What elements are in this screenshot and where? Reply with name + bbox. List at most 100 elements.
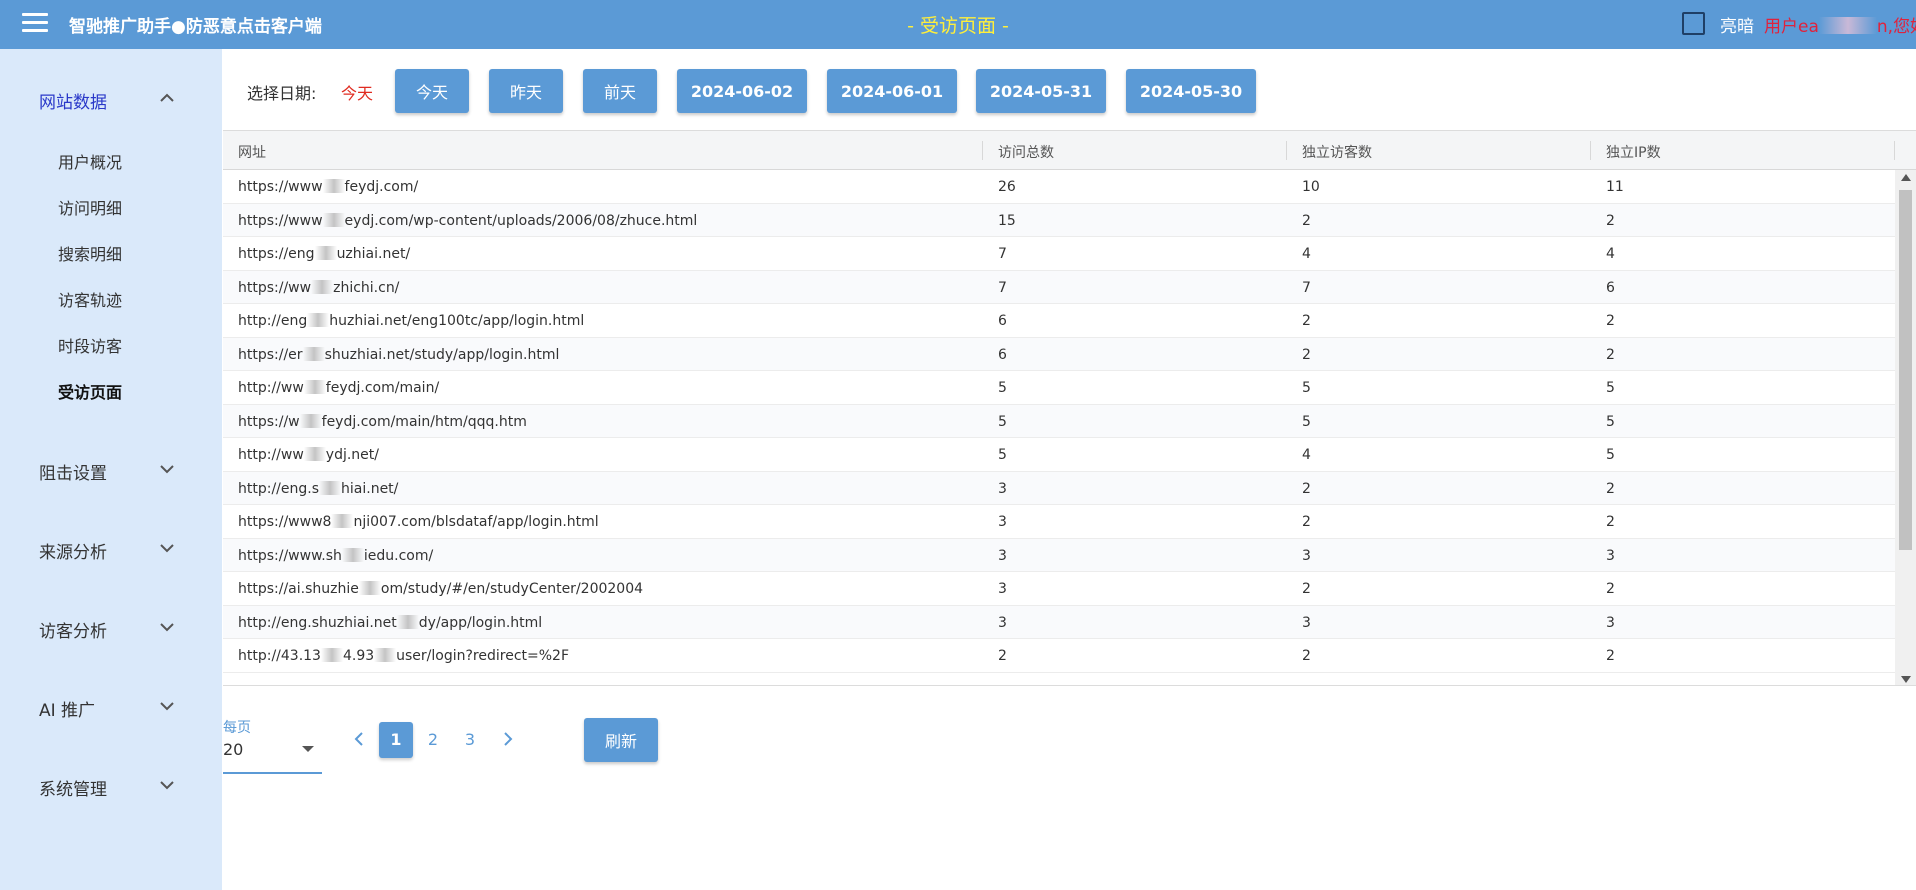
nav-group-source-analysis[interactable]: 来源分析: [0, 529, 222, 569]
date-button-2024-05-31[interactable]: 2024-05-31: [976, 69, 1106, 113]
table-row[interactable]: http://eng.shuzhiai.net dy/app/login.html…: [223, 605, 1895, 639]
scroll-down-arrow-icon[interactable]: [1901, 676, 1911, 683]
url-part: huzhiai.net/eng100tc/app/login.html: [329, 313, 585, 329]
table-row[interactable]: https://www.sh iedu.com/3 3 3: [223, 538, 1895, 572]
page-button-3[interactable]: 3: [453, 722, 487, 758]
column-header-url[interactable]: 网址: [238, 142, 266, 162]
refresh-button[interactable]: 刷新: [584, 718, 658, 762]
cell-unique-ips: 6: [1606, 279, 1615, 296]
table-row[interactable]: https://er shuzhiai.net/study/app/login.h…: [223, 337, 1895, 371]
cell-unique-visitors: 3: [1302, 547, 1311, 564]
caret-down-icon: [302, 746, 314, 752]
cell-url: https://www.sh iedu.com/: [238, 547, 434, 564]
table-row[interactable]: https://ww zhichi.cn/7 7 6: [223, 270, 1895, 304]
redacted-text: [374, 648, 397, 662]
cell-unique-visitors: 5: [1302, 380, 1311, 396]
url-part: dy/app/login.html: [418, 614, 543, 631]
table-scrollbar[interactable]: [1895, 170, 1916, 685]
table-row[interactable]: https://www8 nji007.com/blsdataf/app/logi…: [223, 505, 1895, 539]
url-part: iedu.com/: [363, 547, 434, 564]
sidebar-item-search-detail[interactable]: 搜索明细: [58, 241, 122, 265]
date-button-2024-06-02[interactable]: 2024-06-02: [677, 69, 807, 113]
redacted-text: [322, 179, 345, 193]
nav-group-label: 阻击设置: [39, 464, 107, 484]
hamburger-menu-icon[interactable]: [22, 13, 48, 35]
sidebar-item-visit-detail[interactable]: 访问明细: [58, 195, 122, 219]
column-header-unique-visitors[interactable]: 独立访客数: [1302, 142, 1372, 162]
url-part: shuzhiai.net/study/app/login.html: [324, 346, 560, 363]
url-part: https://www: [238, 179, 323, 195]
cell-total-visits: 6: [998, 313, 1007, 329]
chevron-left-icon[interactable]: [349, 729, 369, 749]
cell-unique-ips: 3: [1606, 614, 1615, 631]
cell-total-visits: 3: [998, 547, 1007, 564]
table-row[interactable]: https://w feydj.com/main/htm/qqq.htm 5 5 5: [223, 404, 1895, 438]
cell-unique-visitors: 2: [1302, 212, 1311, 229]
url-part: uzhiai.net/: [336, 246, 411, 262]
column-header-total-visits[interactable]: 访问总数: [998, 142, 1054, 162]
top-bar: 智驰推广助手●防恶意点击客户端 - 受访页面 - 亮暗 用户ean,您好: [0, 0, 1916, 49]
column-header-unique-ips[interactable]: 独立IP数: [1606, 142, 1661, 162]
date-button-2024-05-30[interactable]: 2024-05-30: [1126, 69, 1256, 113]
nav-group-system-management[interactable]: 系统管理: [0, 766, 222, 806]
scroll-up-arrow-icon[interactable]: [1901, 174, 1911, 181]
sidebar-item-visited-pages[interactable]: 受访页面: [58, 379, 122, 403]
cell-unique-ips: 4: [1606, 246, 1615, 262]
chevron-down-icon: [160, 781, 174, 790]
sidebar: 网站数据 用户概况 访问明细 搜索明细 访客轨迹 时段访客 受访页面 阻击设置 …: [0, 49, 222, 890]
table-header: 网址 访问总数 独立访客数 独立IP数: [223, 131, 1916, 170]
table-row[interactable]: https://eng uzhiai.net/7 4 4: [223, 237, 1895, 271]
table-row[interactable]: http://ww ydj.net/5 4 5: [223, 438, 1895, 472]
url-part: https://eng: [238, 246, 315, 262]
sidebar-item-user-overview[interactable]: 用户概况: [58, 149, 122, 173]
url-part: 4.93: [342, 648, 375, 664]
sidebar-item-visitor-trail[interactable]: 访客轨迹: [58, 287, 122, 311]
table-row[interactable]: http://eng.s hiai.net/3 2 2: [223, 471, 1895, 505]
nav-group-website-data[interactable]: 网站数据: [0, 79, 222, 119]
redacted-text: [303, 380, 326, 394]
cell-total-visits: 2: [998, 648, 1007, 664]
redacted-text: [358, 581, 381, 595]
table-row[interactable]: http://ww feydj.com/main/5 5 5: [223, 371, 1895, 405]
table-row[interactable]: https://www feydj.com/26 10 11: [223, 170, 1895, 204]
table-body: https://www feydj.com/26 10 11 https://www ey…: [223, 170, 1895, 685]
user-greeting-suffix: n,您好: [1876, 17, 1916, 37]
cell-unique-ips: 2: [1606, 480, 1615, 497]
chevron-down-icon: [160, 544, 174, 553]
date-button-today[interactable]: 今天: [395, 69, 469, 113]
date-button-2024-06-01[interactable]: 2024-06-01: [827, 69, 957, 113]
table-row[interactable]: https://ai.shuzhie om/study/#/en/studyCen…: [223, 572, 1895, 606]
theme-toggle-label[interactable]: 亮暗: [1720, 12, 1754, 37]
redacted-text: [331, 514, 354, 528]
page-button-1[interactable]: 1: [379, 722, 413, 758]
column-divider: [982, 141, 983, 160]
table-row[interactable]: http://43.13 4.93 user/login?redirect=%2F 2…: [223, 639, 1895, 673]
cell-total-visits: 3: [998, 514, 1007, 530]
scrollbar-thumb[interactable]: [1899, 190, 1912, 550]
cell-url: https://www feydj.com/: [238, 179, 418, 195]
sidebar-item-period-visitors[interactable]: 时段访客: [58, 333, 122, 357]
cell-url: https://eng uzhiai.net/: [238, 246, 410, 262]
cell-unique-visitors: 2: [1302, 313, 1311, 329]
cell-unique-ips: 5: [1606, 413, 1615, 430]
url-part: eydj.com/wp-content/uploads/2006/08/zhuc…: [344, 212, 698, 229]
nav-group-visitor-analysis[interactable]: 访客分析: [0, 608, 222, 648]
cell-total-visits: 3: [998, 480, 1007, 497]
selected-date-text: 今天: [341, 84, 374, 103]
date-button-day-before[interactable]: 前天: [583, 69, 657, 113]
user-greeting-prefix: 用户ea: [1764, 17, 1819, 37]
theme-toggle-checkbox[interactable]: [1682, 12, 1705, 35]
url-part: https://ww: [238, 279, 312, 296]
date-button-yesterday[interactable]: 昨天: [489, 69, 563, 113]
page-button-2[interactable]: 2: [416, 722, 450, 758]
table-row[interactable]: https://www eydj.com/wp-content/uploads/2…: [223, 203, 1895, 237]
redacted-text: [396, 614, 419, 629]
nav-group-ai-promotion[interactable]: AI 推广: [0, 687, 222, 727]
chevron-right-icon[interactable]: [498, 729, 518, 749]
nav-group-block-settings[interactable]: 阻击设置: [0, 450, 222, 490]
table-row[interactable]: http://eng huzhiai.net/eng100tc/app/login…: [223, 304, 1895, 338]
column-divider: [1590, 141, 1591, 160]
cell-url: https://www8 nji007.com/blsdataf/app/logi…: [238, 514, 599, 530]
per-page-select[interactable]: 20: [223, 736, 322, 774]
url-part: om/study/#/en/studyCenter/2002004: [380, 581, 644, 597]
